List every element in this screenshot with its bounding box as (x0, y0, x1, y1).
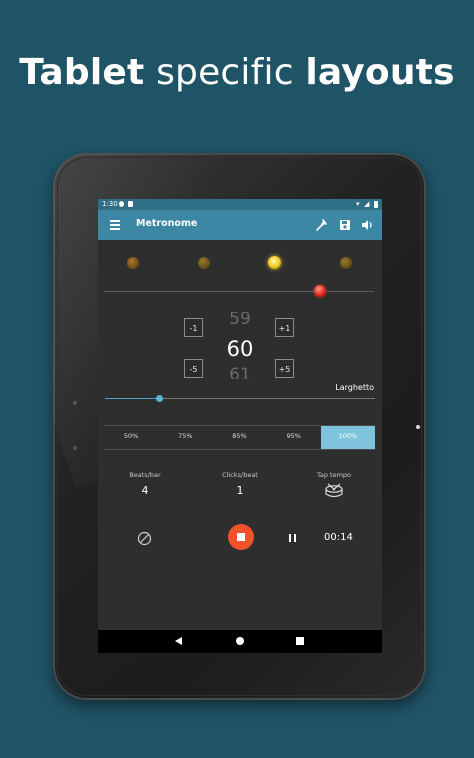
minus-five-button[interactable]: -5 (184, 359, 203, 378)
headline-word-layouts: layouts (305, 52, 455, 93)
speed-option-75-percent[interactable]: 75% (158, 426, 212, 449)
signal-icon: ◢ (364, 200, 370, 208)
beats-per-bar-label: Beats/bar (129, 471, 161, 479)
tablet-sensor (73, 446, 77, 450)
nav-home-icon[interactable] (236, 637, 244, 645)
toolbar-title: Metronome (136, 218, 198, 229)
bpm-wheel-previous[interactable]: 59 (210, 309, 270, 329)
wifi-icon: ▾ (356, 200, 360, 208)
save-icon[interactable] (338, 218, 352, 232)
pendulum-ball (314, 285, 326, 297)
tempo-slider-thumb[interactable] (156, 395, 163, 402)
speed-selector: 50% 75% 85% 95% 100% (104, 425, 376, 450)
bpm-wheel-current[interactable]: 60 (210, 337, 270, 361)
pendulum-track (104, 291, 374, 292)
beat-indicator-3 (268, 256, 281, 269)
plus-five-button[interactable]: +5 (275, 359, 294, 378)
minus-one-button[interactable]: -1 (184, 318, 203, 337)
menu-icon[interactable] (110, 220, 120, 230)
tablet-sensor (73, 401, 77, 405)
mute-accent-icon[interactable] (137, 531, 152, 546)
status-bar: 1:30 ▾ ◢ (98, 199, 382, 210)
nav-back-icon[interactable] (175, 637, 182, 645)
tempo-slider-fill (105, 398, 159, 399)
beat-indicator-2 (198, 257, 210, 269)
tuning-fork-icon[interactable] (314, 218, 328, 232)
plus-one-button[interactable]: +1 (275, 318, 294, 337)
tablet-camera (416, 425, 420, 429)
promo-headline: Tablet specific layouts (0, 52, 474, 93)
beat-indicator-1 (127, 257, 139, 269)
app-toolbar: Metronome (98, 210, 382, 240)
tempo-name: Larghetto (335, 383, 374, 392)
headline-word-specific: specific (144, 52, 306, 93)
status-notification-icon (119, 201, 124, 207)
headline-word-tablet: Tablet (19, 52, 145, 93)
stop-icon (237, 533, 245, 541)
tap-tempo-label: Tap tempo (316, 471, 352, 479)
system-nav-bar (98, 630, 382, 653)
pause-icon[interactable] (289, 534, 297, 542)
volume-icon[interactable] (360, 218, 374, 232)
bpm-wheel-mask-top (210, 299, 270, 312)
status-time: 1:30 (102, 200, 118, 208)
app-screen: 1:30 ▾ ◢ Metronome -1 +1 -5 +5 59 60 61 … (98, 199, 382, 653)
status-sd-icon (128, 201, 133, 207)
nav-recents-icon[interactable] (296, 637, 304, 645)
bpm-wheel-mask-bottom (210, 379, 270, 391)
speed-option-100-percent[interactable]: 100% (320, 426, 376, 449)
drum-icon[interactable] (324, 483, 344, 499)
speed-option-50-percent[interactable]: 50% (104, 426, 158, 449)
elapsed-time: 00:14 (324, 532, 353, 543)
battery-icon (374, 201, 378, 208)
beat-indicator-4 (340, 257, 352, 269)
stop-button[interactable] (228, 524, 254, 550)
beats-per-bar-value[interactable]: 4 (105, 484, 185, 497)
clicks-per-beat-label: Clicks/beat (222, 471, 258, 479)
speed-option-95-percent[interactable]: 95% (267, 426, 321, 449)
clicks-per-beat-value[interactable]: 1 (200, 484, 280, 497)
speed-option-85-percent[interactable]: 85% (212, 426, 266, 449)
